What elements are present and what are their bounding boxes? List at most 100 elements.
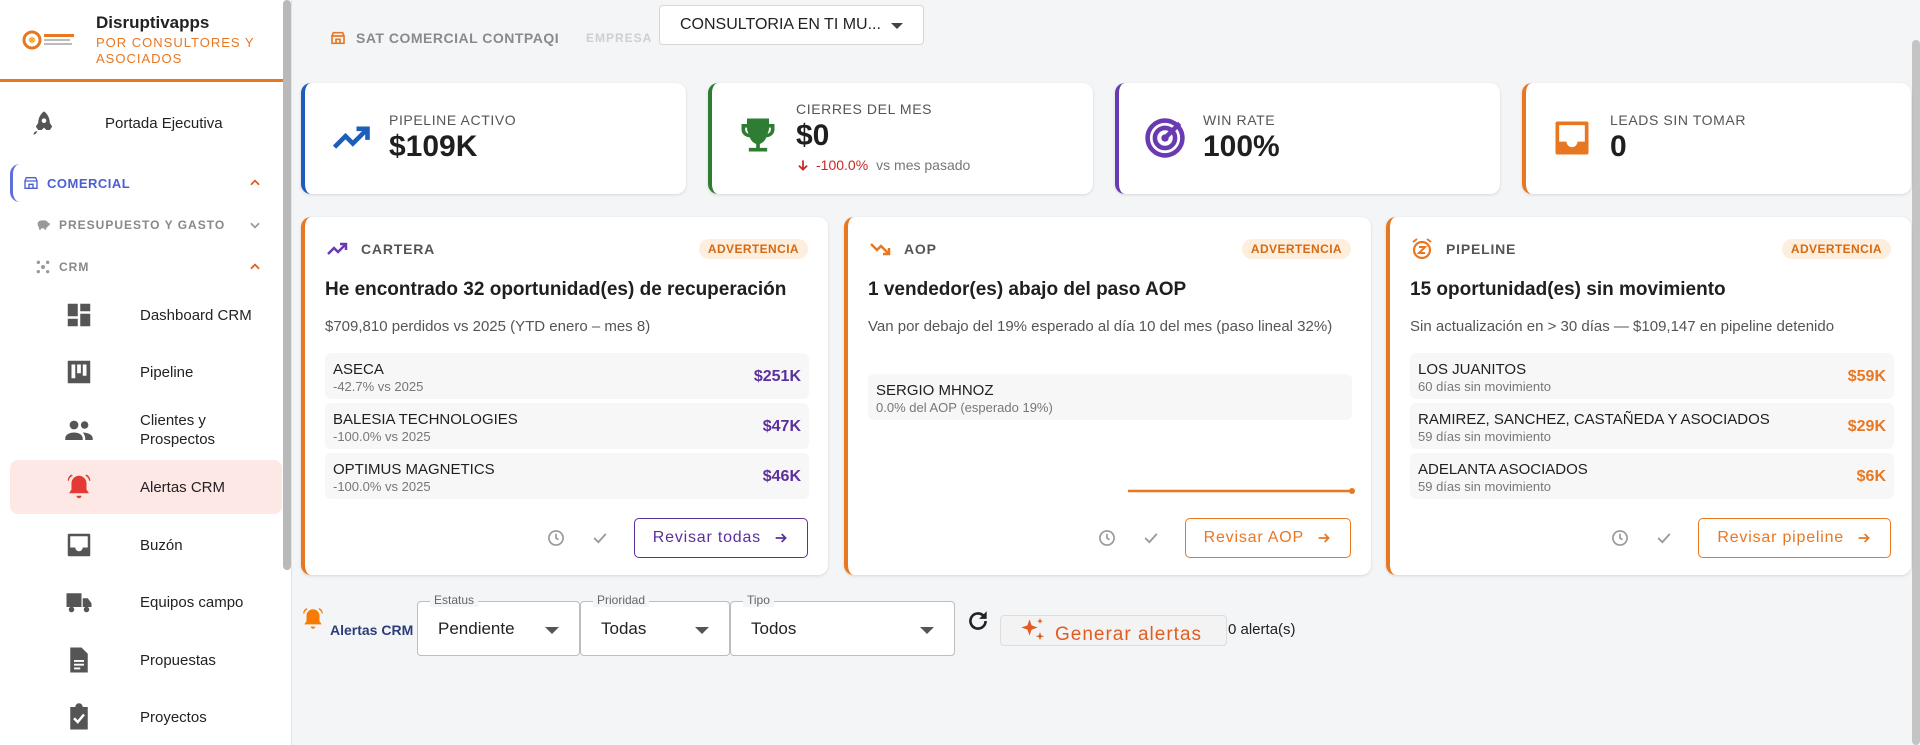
- row-value: $6K: [1856, 468, 1886, 485]
- card-header: CARTERA: [325, 237, 435, 261]
- refresh-icon[interactable]: [965, 608, 991, 634]
- nav-label: Buzón: [140, 536, 183, 554]
- alert-card-aop: AOP ADVERTENCIA 1 vendedor(es) abajo del…: [844, 217, 1371, 575]
- select-value: Todas: [601, 619, 647, 638]
- nav-buzon[interactable]: Buzón: [10, 518, 282, 572]
- section-comercial[interactable]: COMERCIAL: [10, 164, 272, 202]
- select-label: Tipo: [743, 593, 774, 607]
- nav-equipos-campo[interactable]: Equipos campo: [10, 575, 282, 629]
- check-icon[interactable]: [1654, 528, 1674, 548]
- company-logo: [22, 30, 74, 49]
- snooze-clock-icon[interactable]: [1610, 528, 1630, 548]
- row-value: $251K: [753, 368, 801, 385]
- clipboard-check-icon: [70, 703, 88, 730]
- app-title: Disruptivapps: [96, 12, 210, 32]
- caret-down-icon: [920, 627, 934, 634]
- card-category: AOP: [904, 241, 937, 257]
- row-name: RAMIREZ, SANCHEZ, CASTAÑEDA Y ASOCIADOS: [1418, 411, 1770, 428]
- nav-clientes-prospectos[interactable]: Clientes y Prospectos: [10, 403, 282, 457]
- list-item[interactable]: BALESIA TECHNOLOGIES -100.0% vs 2025 $47…: [325, 403, 809, 449]
- chevron-up-icon: [250, 179, 260, 186]
- bell-alert-icon: [67, 474, 91, 499]
- snooze-clock-icon[interactable]: [1097, 528, 1117, 548]
- nav-proyectos[interactable]: Proyectos: [10, 690, 282, 744]
- target-icon: [1145, 118, 1185, 158]
- arrow-right-icon: [775, 533, 787, 543]
- snooze-clock-icon[interactable]: [546, 528, 566, 548]
- section-presupuesto[interactable]: PRESUPUESTO Y GASTO: [10, 213, 272, 237]
- generate-alerts-button[interactable]: Generar alertas: [1000, 615, 1227, 646]
- delta-suffix: vs mes pasado: [876, 157, 971, 173]
- list-item[interactable]: ASECA -42.7% vs 2025 $251K: [325, 353, 809, 399]
- app-subtitle: POR CONSULTORES Y ASOCIADOS: [96, 34, 255, 66]
- hub-icon: [36, 260, 50, 274]
- list-item[interactable]: ADELANTA ASOCIADOS 59 días sin movimient…: [1410, 453, 1894, 499]
- kpi-leads-sin-tomar: LEADS SIN TOMAR 0: [1522, 83, 1911, 194]
- empresa-label: EMPRESA: [586, 31, 653, 45]
- estatus-select[interactable]: Estatus Pendiente: [417, 593, 580, 656]
- card-rows: SERGIO MHNOZ 0.0% del AOP (esperado 19%): [868, 374, 1352, 424]
- nav-label: Proyectos: [140, 708, 207, 726]
- review-pipeline-button[interactable]: Revisar pipeline: [1698, 518, 1891, 558]
- alarm-snooze-icon: [1412, 238, 1432, 260]
- topbar: SAT COMERCIAL CONTPAQI EMPRESA CONSULTOR…: [300, 0, 1920, 82]
- check-icon[interactable]: [1141, 528, 1161, 548]
- caret-down-icon: [891, 23, 903, 29]
- list-item[interactable]: LOS JUANITOS 60 días sin movimiento $59K: [1410, 353, 1894, 399]
- nav-label: Clientes y Prospectos: [140, 412, 216, 448]
- empresa-select[interactable]: CONSULTORIA EN TI MU...: [659, 5, 924, 45]
- sidebar-scrollbar[interactable]: [283, 0, 291, 570]
- row-value: $47K: [762, 418, 801, 435]
- module-label: SAT COMERCIAL CONTPAQI: [356, 30, 560, 46]
- nav-pipeline[interactable]: Pipeline: [10, 345, 282, 399]
- inbox-icon: [67, 533, 91, 557]
- kpi-pipeline-activo: PIPELINE ACTIVO $109K: [301, 83, 686, 194]
- list-item[interactable]: RAMIREZ, SANCHEZ, CASTAÑEDA Y ASOCIADOS …: [1410, 403, 1894, 449]
- kpi-cierres-mes: CIERRES DEL MES $0 -100.0% vs mes pasado: [708, 83, 1093, 194]
- select-label: Estatus: [430, 593, 479, 607]
- nav-label: Portada Ejecutiva: [105, 114, 223, 132]
- card-actions: Revisar todas: [546, 518, 808, 558]
- select-value: Todos: [751, 619, 797, 638]
- tipo-select[interactable]: Tipo Todos: [730, 593, 955, 656]
- row-value: $59K: [1847, 368, 1886, 385]
- nav-portada-ejecutiva[interactable]: Portada Ejecutiva: [28, 104, 278, 142]
- check-icon[interactable]: [590, 528, 610, 548]
- card-header: PIPELINE: [1410, 237, 1516, 261]
- nav-alertas-crm[interactable]: Alertas CRM: [10, 460, 282, 514]
- list-item[interactable]: SERGIO MHNOZ 0.0% del AOP (esperado 19%): [868, 374, 1352, 420]
- list-item[interactable]: OPTIMUS MAGNETICS -100.0% vs 2025 $46K: [325, 453, 809, 499]
- truck-icon: [66, 593, 92, 613]
- inbox-icon: [1555, 121, 1589, 155]
- section-label: COMERCIAL: [47, 175, 131, 191]
- kpi-win-rate: WIN RATE 100%: [1115, 83, 1500, 194]
- brand-header[interactable]: Disruptivapps POR CONSULTORES Y ASOCIADO…: [0, 0, 291, 82]
- review-aop-button[interactable]: Revisar AOP: [1184, 518, 1351, 558]
- people-icon: [65, 420, 93, 440]
- prioridad-select[interactable]: Prioridad Todas: [580, 593, 730, 656]
- row-name: LOS JUANITOS: [1418, 361, 1527, 378]
- card-title: 1 vendedor(es) abajo del paso AOP: [868, 279, 1187, 300]
- nav-label: Dashboard CRM: [140, 306, 252, 324]
- alerts-title-label: Alertas CRM: [330, 622, 414, 638]
- kanban-icon: [67, 360, 91, 384]
- nav-dashboard-crm[interactable]: Dashboard CRM: [10, 288, 282, 342]
- row-sub: -100.0% vs 2025: [333, 479, 431, 494]
- trending-up-icon: [332, 126, 370, 149]
- trending-up-icon: [327, 242, 348, 255]
- trophy-icon: [741, 118, 775, 152]
- nav-label: Pipeline: [140, 363, 194, 381]
- kpi-delta: -100.0% vs mes pasado: [796, 157, 970, 173]
- kpi-label: CIERRES DEL MES: [796, 101, 933, 117]
- piggy-bank-icon: [37, 220, 50, 230]
- card-description: $709,810 perdidos vs 2025 (YTD enero – m…: [325, 318, 651, 335]
- row-value: $29K: [1847, 418, 1886, 435]
- review-all-button[interactable]: Revisar todas: [633, 518, 808, 558]
- document-icon: [70, 647, 88, 673]
- store-icon: [24, 177, 38, 189]
- store-icon: [331, 31, 345, 45]
- section-crm[interactable]: CRM: [10, 255, 272, 279]
- card-header: AOP: [868, 237, 937, 261]
- bell-alert-icon: [303, 608, 323, 629]
- nav-propuestas[interactable]: Propuestas: [10, 633, 282, 687]
